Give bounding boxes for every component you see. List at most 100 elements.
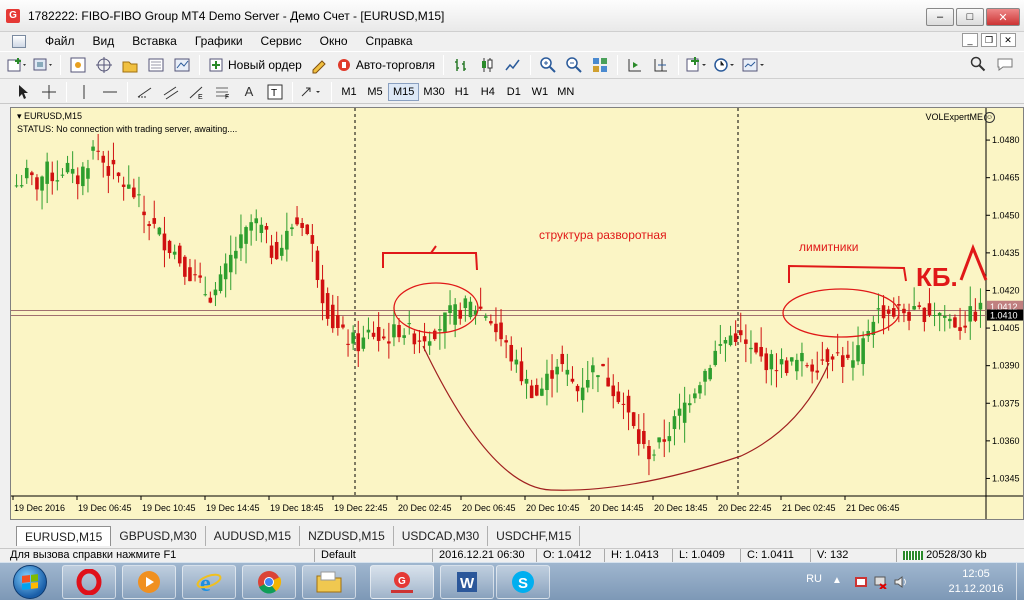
candle-body xyxy=(606,377,610,387)
candle-body xyxy=(570,378,575,382)
templates-button[interactable] xyxy=(741,54,767,76)
navigator-button[interactable] xyxy=(119,54,141,76)
timeframe-d1[interactable]: D1 xyxy=(501,83,527,101)
bar-chart-button[interactable] xyxy=(450,54,472,76)
auto-trading-button[interactable]: Авто-торговля xyxy=(332,54,439,76)
candle-body xyxy=(774,370,779,372)
mdi-restore-button[interactable]: ❐ xyxy=(981,33,997,47)
vertical-line-tool[interactable] xyxy=(73,81,95,103)
menu-file[interactable]: Файл xyxy=(36,34,84,48)
show-desktop-button[interactable] xyxy=(1016,563,1024,600)
candle-body xyxy=(86,168,90,179)
candle-body xyxy=(963,325,967,328)
taskbar-opera[interactable] xyxy=(62,565,116,599)
taskbar-chrome[interactable] xyxy=(242,565,296,599)
timeframe-m15[interactable]: M15 xyxy=(388,82,420,101)
equidistant-channel-tool[interactable] xyxy=(160,81,182,103)
taskbar-skype[interactable]: S xyxy=(496,565,550,599)
candle-body xyxy=(438,329,442,331)
periods-button[interactable] xyxy=(713,54,737,76)
mdi-minimize-button[interactable]: _ xyxy=(962,33,978,47)
chart-symbol-header: ▾ EURUSD,M15 xyxy=(17,111,83,121)
candle-body xyxy=(193,274,197,276)
taskbar-fibo-terminal[interactable]: G xyxy=(370,565,434,599)
meta-editor-button[interactable] xyxy=(308,54,330,76)
new-order-button[interactable]: Новый ордер xyxy=(204,54,306,76)
maximize-button[interactable]: □ xyxy=(956,8,984,26)
crosshair-tool[interactable] xyxy=(38,81,60,103)
start-button[interactable] xyxy=(4,564,56,600)
chart-window-icon[interactable] xyxy=(12,34,26,48)
menu-help[interactable]: Справка xyxy=(357,34,422,48)
timeframe-m30[interactable]: M30 xyxy=(419,83,448,101)
strategy-tester-button[interactable] xyxy=(171,54,193,76)
horizontal-line-tool[interactable] xyxy=(99,81,121,103)
minimize-button[interactable]: – xyxy=(926,8,954,26)
close-button[interactable]: ✕ xyxy=(986,8,1020,26)
taskbar-word[interactable]: W xyxy=(440,565,494,599)
chart-window[interactable]: 1.0480 1.0465 1.0450 1.0435 1.0420 1.0405 1.03… xyxy=(10,107,1024,520)
timeframe-w1[interactable]: W1 xyxy=(527,83,553,101)
taskbar-internet-explorer[interactable]: e xyxy=(182,565,236,599)
tile-windows-button[interactable] xyxy=(589,54,611,76)
price-chart[interactable]: 1.0480 1.0465 1.0450 1.0435 1.0420 1.0405 1.03… xyxy=(11,108,1023,519)
candle-body xyxy=(101,155,106,163)
mdi-close-button[interactable]: ✕ xyxy=(1000,33,1016,47)
timeframe-m5[interactable]: M5 xyxy=(362,83,388,101)
menu-window[interactable]: Окно xyxy=(311,34,357,48)
show-hidden-icons-icon[interactable]: ▲ xyxy=(832,575,846,589)
trendline-tool[interactable] xyxy=(134,81,156,103)
zoom-out-button[interactable] xyxy=(563,54,585,76)
timeframe-m1[interactable]: M1 xyxy=(336,83,362,101)
text-tool[interactable]: A xyxy=(238,81,260,103)
tab-usdcad-m30[interactable]: USDCAD,M30 xyxy=(394,526,489,546)
cursor-tool[interactable] xyxy=(12,81,34,103)
chart-shift-button[interactable] xyxy=(650,54,672,76)
tray-app-icon[interactable] xyxy=(854,575,868,589)
tab-eurusd-m15[interactable]: EURUSD,M15 xyxy=(16,526,112,546)
indicators-button[interactable] xyxy=(685,54,709,76)
market-watch-button[interactable] xyxy=(67,54,89,76)
expert-smiley-icon[interactable]: ☺ xyxy=(984,112,995,123)
timeframe-mn[interactable]: MN xyxy=(553,83,579,101)
text-label-tool[interactable]: T xyxy=(264,81,286,103)
menu-tools[interactable]: Сервис xyxy=(252,34,311,48)
zoom-in-button[interactable] xyxy=(537,54,559,76)
timeframe-h1[interactable]: H1 xyxy=(449,83,475,101)
network-icon[interactable] xyxy=(874,575,888,590)
profile-name: Default xyxy=(314,549,434,562)
terminal-button[interactable] xyxy=(145,54,167,76)
fibonacci-tool[interactable]: E xyxy=(186,81,208,103)
candle-body xyxy=(341,324,345,328)
profiles-button[interactable] xyxy=(32,54,54,76)
arrows-tool[interactable] xyxy=(299,81,325,103)
candle-body xyxy=(907,311,911,321)
tab-usdchf-m15[interactable]: USDCHF,M15 xyxy=(488,526,581,546)
language-indicator[interactable]: RU xyxy=(806,573,822,585)
candle-body xyxy=(50,172,55,182)
fibo-fan-tool[interactable]: F xyxy=(212,81,234,103)
tab-gbpusd-m30[interactable]: GBPUSD,M30 xyxy=(111,526,206,546)
annotation-kb: КБ. xyxy=(916,262,958,292)
taskbar-explorer[interactable] xyxy=(302,565,356,599)
data-window-button[interactable] xyxy=(93,54,115,76)
menu-charts[interactable]: Графики xyxy=(186,34,252,48)
search-icon[interactable] xyxy=(970,56,986,75)
menu-view[interactable]: Вид xyxy=(84,34,124,48)
taskbar-media-player[interactable] xyxy=(122,565,176,599)
volume-icon[interactable] xyxy=(894,575,908,589)
chat-icon[interactable] xyxy=(996,56,1014,75)
tab-nzdusd-m15[interactable]: NZDUSD,M15 xyxy=(300,526,394,546)
new-chart-button[interactable] xyxy=(6,54,28,76)
autoscroll-button[interactable] xyxy=(624,54,646,76)
menu-insert[interactable]: Вставка xyxy=(123,34,186,48)
candle-body xyxy=(968,306,973,322)
candle-body xyxy=(228,254,233,273)
candle-body xyxy=(693,393,697,399)
tab-audusd-m15[interactable]: AUDUSD,M15 xyxy=(206,526,301,546)
internet-explorer-icon: e xyxy=(196,571,222,595)
timeframe-h4[interactable]: H4 xyxy=(475,83,501,101)
candlestick-button[interactable] xyxy=(476,54,498,76)
clock[interactable]: 12:05 21.12.2016 xyxy=(936,567,1016,597)
line-chart-button[interactable] xyxy=(502,54,524,76)
